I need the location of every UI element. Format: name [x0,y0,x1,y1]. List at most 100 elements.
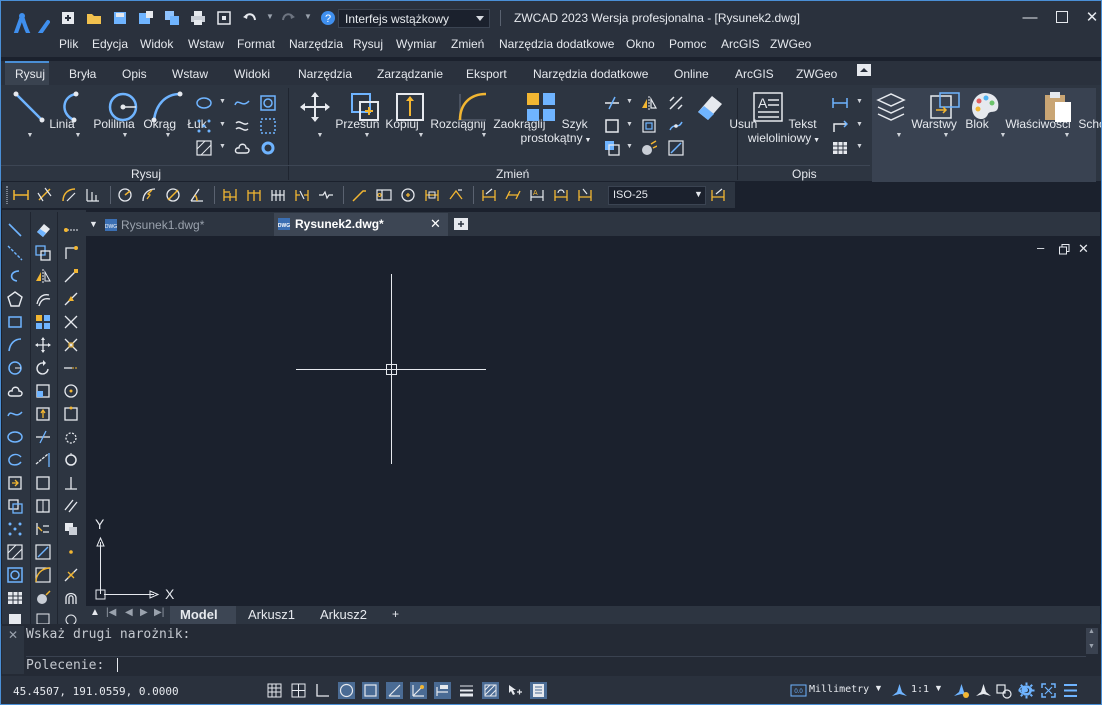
close-button[interactable]: ✕ [1076,5,1102,29]
array-icon[interactable] [35,314,51,330]
chevron-down-icon[interactable]: ▼ [694,189,703,199]
revision-cloud-icon[interactable] [234,118,250,134]
stretch-tool[interactable]: Rozciągnij ▼ [393,90,486,139]
chevron-down-icon[interactable]: ▼ [1088,643,1095,650]
menu-rysuj[interactable]: Rysuj [353,37,383,51]
viewport-minimize-icon[interactable]: – [1037,240,1044,255]
menu-zwgeo[interactable]: ZWGeo [770,37,811,51]
chamfer-icon[interactable] [668,140,684,156]
annotation-scale-icon[interactable] [891,682,908,699]
tab-opis[interactable]: Opis [122,67,147,81]
dim-oblique-icon[interactable] [505,187,521,203]
trim-icon[interactable] [604,95,620,111]
snap-apparent-intersection-icon[interactable] [63,337,79,353]
selection-cycling-icon[interactable] [506,682,523,699]
chevron-down-icon[interactable]: ▼ [219,143,226,150]
dim-continue-icon[interactable] [246,187,262,203]
make-block-icon[interactable] [7,498,23,514]
join-icon[interactable] [668,118,684,134]
open-folder-icon[interactable] [86,10,102,26]
snap-mode-icon[interactable] [266,682,283,699]
dim-angular-icon[interactable] [189,187,205,203]
hatch-icon[interactable] [196,140,212,156]
polyline-icon[interactable] [7,268,23,284]
transparency-icon[interactable] [482,682,499,699]
dim-update-icon[interactable] [553,187,569,203]
menu-edycja[interactable]: Edycja [92,37,128,51]
chevron-up-icon[interactable]: ▲ [1088,628,1095,635]
snap-none-icon[interactable] [63,590,79,606]
tab-online[interactable]: Online [674,67,709,81]
dim-baseline-icon[interactable] [222,187,238,203]
snap-temporary-track-icon[interactable] [63,222,79,238]
dynamic-input-icon[interactable] [434,682,451,699]
snap-extension-icon[interactable] [63,360,79,376]
chevron-down-icon[interactable]: ▼ [856,143,863,150]
drawing-canvas[interactable] [86,236,1100,608]
clipboard-panel-button[interactable]: Schowek ▼ [1041,90,1102,139]
tab-wstaw[interactable]: Wstaw [172,67,208,81]
dim-ordinate-icon[interactable] [85,187,101,203]
tab-eksport[interactable]: Eksport [466,67,507,81]
circle-icon[interactable] [7,360,23,376]
doc-tab-rysunek1[interactable]: DWG Rysunek1.dwg* [102,214,274,236]
dim-space-icon[interactable] [270,187,286,203]
ellipse-arc-icon[interactable] [7,452,23,468]
maximize-button[interactable] [1046,5,1078,29]
dynamic-ucs-icon[interactable] [410,682,427,699]
workspace-select[interactable]: Interfejs wstążkowy [338,9,490,28]
line-tool[interactable]: Linia ▼ [12,90,75,139]
mirror-icon[interactable] [35,268,51,284]
tab-list-dropdown-icon[interactable]: ▼ [89,219,98,229]
close-tab-icon[interactable]: ✕ [430,216,441,232]
copy-tool[interactable]: Kopiuj ▼ [348,90,419,139]
dim-jog-line-icon[interactable] [318,187,334,203]
line-icon[interactable] [7,222,23,238]
properties-panel-button[interactable]: Właściwości ▼ [968,90,1071,139]
doc-tab-rysunek2[interactable]: DWG Rysunek2.dwg* ✕ [274,213,448,236]
explode-icon[interactable] [668,95,684,111]
cloud-icon[interactable] [234,140,250,156]
tab-arcgis[interactable]: ArcGIS [735,67,774,81]
polygon-icon[interactable] [7,291,23,307]
cloud-icon[interactable] [7,383,23,399]
command-input[interactable]: Polecenie: [26,656,1086,674]
layout-tab-arkusz1[interactable]: Arkusz1 [238,606,305,624]
chevron-down-icon[interactable]: ▼ [626,98,633,105]
offset-icon[interactable] [641,118,657,134]
extend-icon[interactable] [35,452,51,468]
quick-properties-icon[interactable] [530,682,547,699]
save-as-icon[interactable] [138,10,154,26]
quick-leader-icon[interactable] [351,187,367,203]
object-snap-tracking-icon[interactable] [386,682,403,699]
viewport-restore-icon[interactable] [1059,244,1070,255]
menu-format[interactable]: Format [237,37,275,51]
snap-parallel-icon[interactable] [63,498,79,514]
dim-style-icon[interactable] [710,187,726,203]
offset-icon[interactable] [35,291,51,307]
tab-rysuj[interactable]: Rysuj [15,67,45,81]
undo-dropdown-icon[interactable]: ▼ [266,12,274,21]
save-all-icon[interactable] [164,10,180,26]
fillet-tool[interactable]: Zaokrąglij ▼ [456,90,545,139]
chevron-down-icon[interactable]: ▼ [856,98,863,105]
chevron-down-icon[interactable]: ▼ [626,121,633,128]
redo-icon[interactable] [280,10,296,26]
dim-inspect-icon[interactable] [424,187,440,203]
move-icon[interactable] [35,337,51,353]
minimize-button[interactable]: — [1014,5,1046,29]
redo-dropdown-icon[interactable]: ▼ [304,12,312,21]
tab-zarzadzanie[interactable]: Zarządzanie [377,67,443,81]
eraser-icon[interactable] [35,222,51,238]
point-icon[interactable] [196,118,212,134]
save-icon[interactable] [112,10,128,26]
snap-tangent-icon[interactable] [63,429,79,445]
snap-midpoint-icon[interactable] [63,291,79,307]
menu-wymiar[interactable]: Wymiar [396,37,437,51]
workspace-settings-icon[interactable] [1018,682,1035,699]
auto-scale-icon[interactable] [975,682,992,699]
dim-override-icon[interactable] [577,187,593,203]
dim-arc-length-icon[interactable] [61,187,77,203]
hatch-icon[interactable] [7,544,23,560]
copy-icon[interactable] [35,245,51,261]
